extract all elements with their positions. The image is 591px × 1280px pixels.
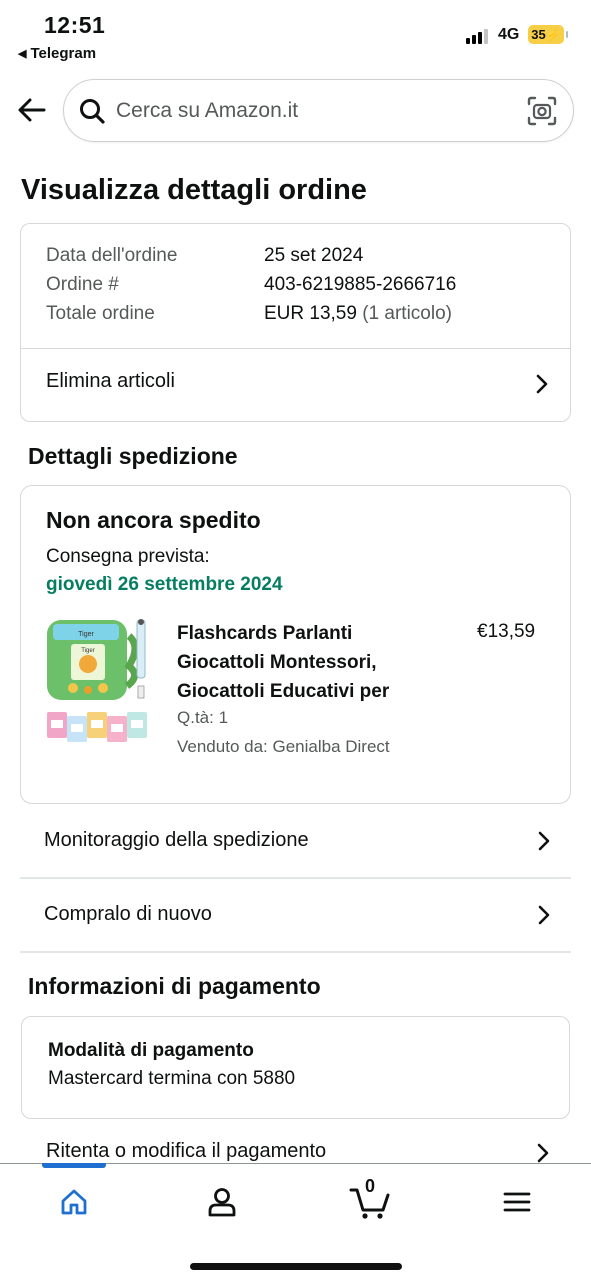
product-title-line: Giocattoli Montessori, bbox=[177, 652, 377, 673]
back-to-app-link[interactable]: ◀ Telegram bbox=[18, 45, 96, 62]
battery-icon: 35 ⚡ bbox=[528, 25, 568, 44]
product-card-label: Tiger bbox=[81, 648, 94, 654]
search-bar[interactable] bbox=[63, 79, 574, 142]
shipment-card: Non ancora spedito Consegna prevista: gi… bbox=[20, 485, 571, 804]
back-triangle-icon: ◀ bbox=[18, 48, 27, 60]
payment-section-title: Informazioni di pagamento bbox=[28, 973, 321, 999]
account-icon bbox=[208, 1188, 236, 1217]
shipping-section-title: Dettagli spedizione bbox=[28, 443, 238, 469]
buy-again-row[interactable]: Compralo di nuovo bbox=[20, 879, 571, 953]
status-bar: 12:51 ◀ Telegram 4G 35 ⚡ bbox=[0, 0, 591, 70]
battery-level: 35 bbox=[531, 27, 546, 42]
page-title: Visualizza dettagli ordine bbox=[21, 174, 367, 206]
search-input[interactable] bbox=[116, 98, 506, 124]
delete-items-label: Elimina articoli bbox=[46, 370, 175, 392]
bottom-tab-bar: 0 bbox=[0, 1163, 591, 1280]
chevron-right-icon bbox=[538, 831, 550, 851]
back-arrow-icon[interactable] bbox=[16, 94, 48, 126]
order-number-label: Ordine # bbox=[46, 274, 119, 295]
menu-icon bbox=[503, 1192, 531, 1212]
status-time: 12:51 bbox=[44, 12, 106, 38]
chevron-right-icon[interactable] bbox=[536, 1142, 550, 1164]
track-shipment-label: Monitoraggio della spedizione bbox=[44, 829, 309, 851]
active-tab-indicator bbox=[42, 1163, 106, 1168]
order-total-value: EUR 13,59 (1 articolo) bbox=[264, 303, 452, 325]
signal-icon bbox=[466, 28, 488, 44]
tab-cart[interactable]: 0 bbox=[348, 1176, 392, 1222]
product-quantity: Q.tà: 1 bbox=[177, 708, 229, 727]
tab-account[interactable] bbox=[202, 1182, 242, 1222]
order-total-amount: EUR 13,59 bbox=[264, 303, 357, 324]
buy-again-label: Compralo di nuovo bbox=[44, 903, 212, 925]
delivery-eta-date: giovedì 26 settembre 2024 bbox=[46, 574, 283, 595]
product-image[interactable]: Tiger Tiger bbox=[45, 616, 157, 746]
order-date-value: 25 set 2024 bbox=[264, 245, 364, 266]
back-app-label: Telegram bbox=[30, 45, 97, 62]
product-price: €13,59 bbox=[477, 621, 536, 642]
order-summary-card: Data dell'ordine 25 set 2024 Ordine # 40… bbox=[20, 223, 571, 422]
home-indicator bbox=[190, 1263, 402, 1270]
camera-scan-icon[interactable] bbox=[526, 95, 558, 127]
order-item-count: (1 articolo) bbox=[362, 303, 452, 324]
product-title-line: Flashcards Parlanti bbox=[177, 623, 353, 644]
product-image-label: Tiger bbox=[78, 631, 94, 638]
payment-method-card: Modalità di pagamento Mastercard termina… bbox=[21, 1016, 570, 1119]
network-type: 4G bbox=[498, 26, 520, 43]
payment-method-value: Mastercard termina con 5880 bbox=[48, 1068, 296, 1089]
chevron-right-icon bbox=[536, 374, 548, 394]
search-icon bbox=[80, 99, 105, 124]
home-icon bbox=[61, 1189, 87, 1215]
chevron-right-icon bbox=[538, 905, 550, 925]
cart-count-badge: 0 bbox=[365, 1176, 376, 1196]
track-shipment-row[interactable]: Monitoraggio della spedizione bbox=[20, 805, 571, 879]
tab-menu[interactable] bbox=[497, 1182, 537, 1222]
delivery-eta-label: Consegna prevista: bbox=[46, 546, 210, 567]
retry-payment-link[interactable]: Ritenta o modifica il pagamento bbox=[46, 1140, 326, 1163]
tab-home[interactable] bbox=[54, 1182, 94, 1222]
product-title-link[interactable]: Flashcards Parlanti Giocattoli Montessor… bbox=[177, 619, 427, 706]
order-total-label: Totale ordine bbox=[46, 303, 155, 324]
order-number-value: 403-6219885-2666716 bbox=[264, 274, 457, 295]
shipment-status: Non ancora spedito bbox=[46, 507, 261, 533]
payment-method-title: Modalità di pagamento bbox=[48, 1040, 254, 1061]
order-date-label: Data dell'ordine bbox=[46, 245, 178, 266]
product-title-line: Giocattoli Educativi per bbox=[177, 681, 390, 702]
product-seller: Venduto da: Genialba Direct bbox=[177, 737, 390, 756]
delete-items-row[interactable]: Elimina articoli bbox=[21, 349, 570, 422]
